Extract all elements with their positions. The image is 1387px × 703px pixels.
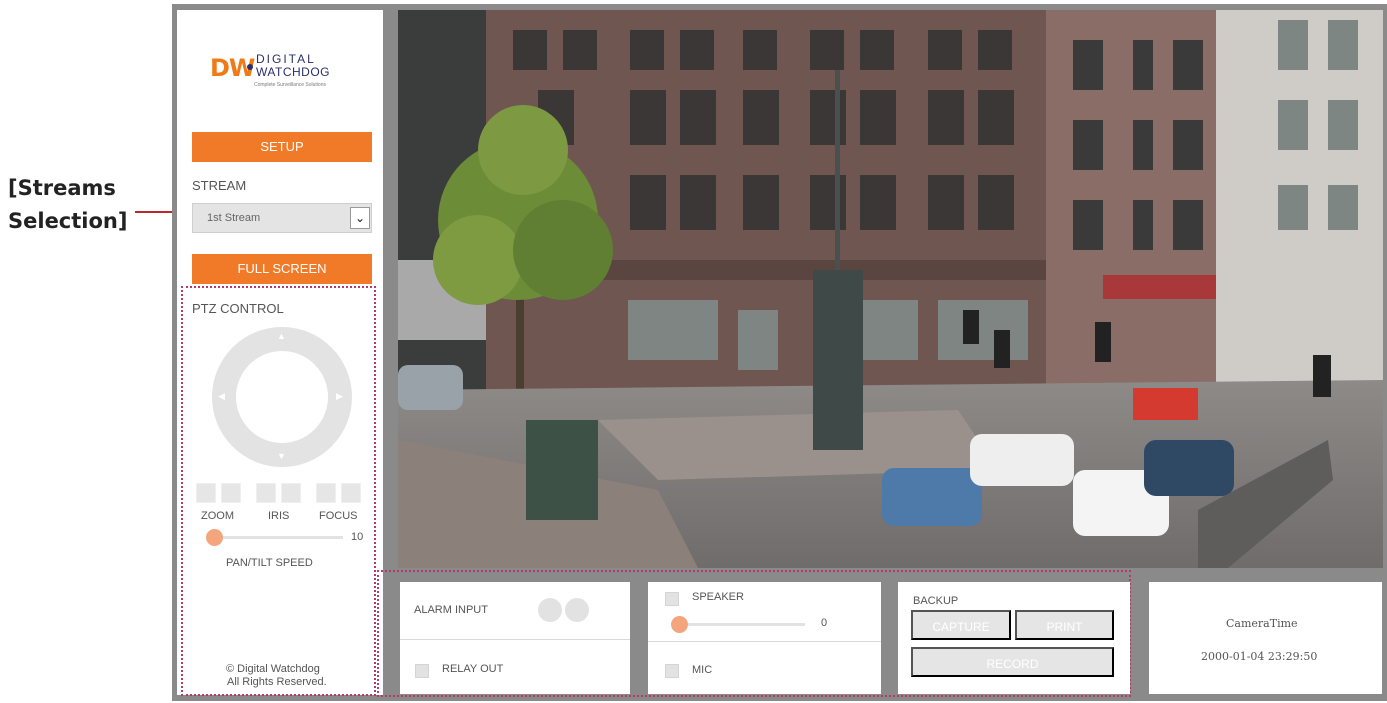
speaker-label: SPEAKER bbox=[692, 591, 744, 603]
relay-out-checkbox[interactable] bbox=[415, 664, 429, 678]
iris-open-button[interactable] bbox=[281, 483, 301, 503]
camera-time-label: CameraTime bbox=[1226, 617, 1298, 630]
ptz-left-arrow-icon[interactable]: ◀ bbox=[218, 391, 225, 402]
camera-time-value: 2000-01-04 23:29:50 bbox=[1201, 650, 1318, 663]
record-button[interactable]: RECORD bbox=[911, 647, 1114, 677]
setup-button[interactable]: SETUP bbox=[192, 132, 372, 162]
zoom-label: ZOOM bbox=[201, 510, 234, 522]
alarm-input-label: ALARM INPUT bbox=[414, 604, 488, 616]
relay-out-label: RELAY OUT bbox=[442, 663, 504, 675]
digital-watchdog-logo: DW DIGITAL WATCHDOG Complete Surveillanc… bbox=[210, 50, 350, 96]
ptz-right-arrow-icon[interactable]: ▶ bbox=[336, 391, 343, 402]
iris-close-button[interactable] bbox=[256, 483, 276, 503]
backup-label: BACKUP bbox=[913, 595, 959, 607]
live-video-feed[interactable] bbox=[398, 10, 1383, 568]
ptz-down-arrow-icon[interactable]: ▼ bbox=[277, 451, 286, 461]
chevron-down-icon[interactable]: ⌄ bbox=[350, 207, 370, 229]
logo-dot-icon bbox=[247, 64, 253, 70]
zoom-out-button[interactable] bbox=[196, 483, 216, 503]
alarm-input-2-indicator bbox=[565, 598, 589, 622]
audio-panel bbox=[648, 582, 881, 694]
speaker-volume-thumb[interactable] bbox=[671, 616, 688, 633]
ptz-up-arrow-icon[interactable]: ▲ bbox=[277, 331, 286, 341]
focus-label: FOCUS bbox=[319, 510, 358, 522]
stream-select[interactable]: 1st Stream ⌄ bbox=[192, 203, 372, 233]
stream-label: STREAM bbox=[192, 178, 247, 193]
copyright-text: © Digital Watchdog bbox=[226, 663, 320, 675]
focus-near-button[interactable] bbox=[316, 483, 336, 503]
stream-select-value: 1st Stream bbox=[207, 212, 261, 224]
iris-label: IRIS bbox=[268, 510, 290, 522]
ptz-joystick[interactable] bbox=[212, 327, 352, 467]
print-button[interactable]: PRINT bbox=[1015, 610, 1114, 640]
logo-name-top: DIGITAL bbox=[256, 52, 316, 66]
mic-checkbox[interactable] bbox=[665, 664, 679, 678]
ptz-control-title: PTZ CONTROL bbox=[192, 301, 284, 316]
speaker-volume-track[interactable] bbox=[680, 623, 805, 626]
pan-tilt-speed-value: 10 bbox=[351, 531, 364, 543]
street-scene-image bbox=[398, 10, 1383, 568]
zoom-in-button[interactable] bbox=[221, 483, 241, 503]
streams-selection-annotation: [Streams Selection] bbox=[8, 172, 127, 238]
pan-tilt-speed-label: PAN/TILT SPEED bbox=[226, 557, 313, 569]
full-screen-button[interactable]: FULL SCREEN bbox=[192, 254, 372, 284]
speaker-volume-value: 0 bbox=[821, 617, 828, 629]
pan-tilt-speed-track[interactable] bbox=[215, 536, 343, 539]
speaker-checkbox[interactable] bbox=[665, 592, 679, 606]
annotation-line-1: [Streams bbox=[8, 176, 116, 200]
camera-time-panel bbox=[1149, 582, 1382, 694]
alarm-input-1-indicator bbox=[538, 598, 562, 622]
alarm-relay-divider bbox=[400, 639, 630, 640]
mic-label: MIC bbox=[692, 664, 713, 676]
logo-name-bottom: WATCHDOG bbox=[256, 65, 330, 79]
alarm-relay-panel bbox=[400, 582, 630, 694]
pan-tilt-speed-thumb[interactable] bbox=[206, 529, 223, 546]
rights-text: All Rights Reserved. bbox=[227, 676, 327, 688]
annotation-line-2: Selection] bbox=[8, 209, 128, 233]
focus-far-button[interactable] bbox=[341, 483, 361, 503]
audio-divider bbox=[648, 641, 881, 642]
capture-button[interactable]: CAPTURE bbox=[911, 610, 1011, 640]
logo-tagline: Complete Surveillance Solutions bbox=[254, 82, 326, 88]
